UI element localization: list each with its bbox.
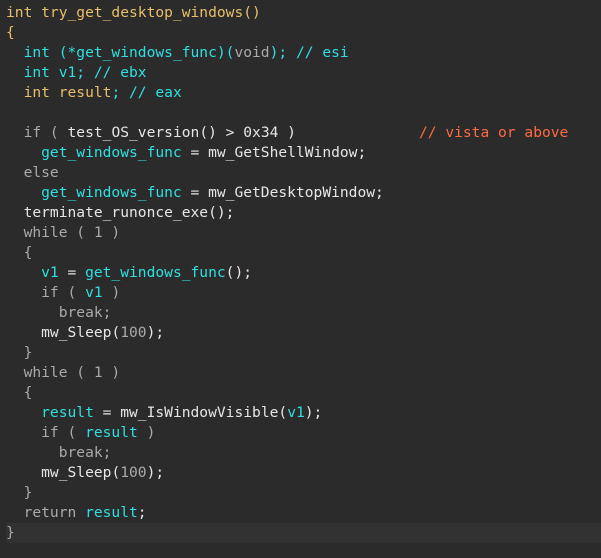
code-line[interactable]: } — [6, 343, 601, 363]
code-line[interactable]: } — [6, 523, 601, 543]
code-token: test_OS_version — [67, 124, 200, 141]
code-token: () > 0x34 ) — [199, 124, 419, 141]
code-line[interactable]: int v1; // ebx — [6, 63, 601, 83]
code-line[interactable]: return result; — [6, 503, 601, 523]
code-token: ); — [146, 324, 165, 341]
code-token: ; — [375, 184, 384, 201]
code-line[interactable]: if ( v1 ) — [6, 283, 601, 303]
code-token: result — [58, 84, 112, 101]
code-line[interactable]: while ( 1 ) — [6, 363, 601, 383]
code-token: 100 — [120, 324, 147, 341]
code-line[interactable]: while ( 1 ) — [6, 223, 601, 243]
code-token: v1 — [6, 264, 59, 281]
code-token: get_windows_func — [85, 264, 226, 281]
code-token: if ( — [6, 124, 68, 141]
code-token: result — [6, 404, 94, 421]
code-token: ); // esi — [269, 44, 349, 61]
code-line[interactable]: { — [6, 383, 601, 403]
code-token: = — [93, 404, 121, 421]
code-line[interactable]: int result; // eax — [6, 83, 601, 103]
code-token: get_windows_func — [6, 184, 182, 201]
code-line[interactable]: break; — [6, 443, 601, 463]
code-token: mw_IsWindowVisible — [120, 404, 279, 421]
code-token: if ( — [6, 284, 86, 301]
code-line[interactable]: get_windows_func = mw_GetShellWindow; — [6, 143, 601, 163]
code-token: = — [181, 184, 209, 201]
code-token: int — [6, 84, 59, 101]
code-token: // vista or above — [418, 124, 569, 141]
code-token: } — [6, 344, 33, 361]
code-line[interactable]: { — [6, 243, 601, 263]
code-line[interactable]: int (*get_windows_func)(void); // esi — [6, 43, 601, 63]
code-token: while ( 1 ) — [6, 364, 121, 381]
code-token: ; // eax — [111, 84, 182, 101]
code-token: mw_GetShellWindow — [208, 144, 358, 161]
code-token: result — [85, 424, 138, 441]
code-token: if ( — [6, 424, 86, 441]
code-token: ); — [146, 464, 165, 481]
code-line[interactable]: v1 = get_windows_func(); — [6, 263, 601, 283]
code-token: { — [6, 24, 15, 41]
code-line-empty[interactable] — [6, 103, 601, 123]
code-line[interactable]: mw_Sleep(100); — [6, 323, 601, 343]
code-line[interactable]: break; — [6, 303, 601, 323]
pseudocode-editor[interactable]: int try_get_desktop_windows() { int (*get… — [0, 0, 601, 558]
code-token: 100 — [120, 464, 147, 481]
code-token: get_windows_func — [6, 144, 182, 161]
code-token: ; — [137, 504, 147, 521]
code-token: return — [6, 504, 86, 521]
code-token: (); — [208, 204, 235, 221]
code-token: ; — [357, 144, 367, 161]
code-token: ); — [304, 404, 323, 421]
code-token: { — [6, 244, 33, 261]
code-view[interactable]: int try_get_desktop_windows() { int (*get… — [6, 3, 601, 543]
code-token: ; // ebx — [76, 64, 147, 81]
code-line[interactable]: int try_get_desktop_windows() — [6, 3, 601, 23]
code-token: { — [6, 384, 33, 401]
code-token: ( — [278, 404, 288, 421]
code-token: } — [6, 484, 33, 501]
code-token: int — [6, 44, 59, 61]
code-token: v1 — [58, 64, 77, 81]
code-token: void — [234, 44, 270, 61]
code-token: mw_Sleep — [6, 464, 112, 481]
code-token: int try_get_desktop_windows() — [6, 4, 261, 21]
code-token: mw_Sleep — [6, 324, 112, 341]
code-token: } — [6, 524, 15, 541]
code-token: break; — [6, 304, 112, 321]
code-line[interactable]: if ( result ) — [6, 423, 601, 443]
code-token: break; — [6, 444, 112, 461]
code-token: ( — [111, 324, 121, 341]
code-token: = — [58, 264, 86, 281]
code-token: mw_GetDesktopWindow — [208, 184, 376, 201]
code-line[interactable]: result = mw_IsWindowVisible(v1); — [6, 403, 601, 423]
code-token: int — [6, 64, 59, 81]
code-token: ) — [137, 424, 156, 441]
code-token: terminate_runonce_exe — [6, 204, 209, 221]
code-line[interactable]: terminate_runonce_exe(); — [6, 203, 601, 223]
code-line[interactable]: { — [6, 23, 601, 43]
code-token: (*get_windows_func)( — [58, 44, 235, 61]
code-line[interactable]: mw_Sleep(100); — [6, 463, 601, 483]
code-token: ) — [102, 284, 121, 301]
code-token: = — [181, 144, 209, 161]
code-token: (); — [225, 264, 253, 281]
code-token: while ( 1 ) — [6, 224, 121, 241]
code-line[interactable]: if ( test_OS_version() > 0x34 ) // vista… — [6, 123, 601, 143]
code-token: else — [6, 164, 59, 181]
code-token: ( — [111, 464, 121, 481]
code-token: v1 — [85, 284, 103, 301]
code-token: v1 — [287, 404, 305, 421]
code-token: result — [85, 504, 138, 521]
code-line[interactable]: else — [6, 163, 601, 183]
code-line[interactable]: } — [6, 483, 601, 503]
code-line[interactable]: get_windows_func = mw_GetDesktopWindow; — [6, 183, 601, 203]
